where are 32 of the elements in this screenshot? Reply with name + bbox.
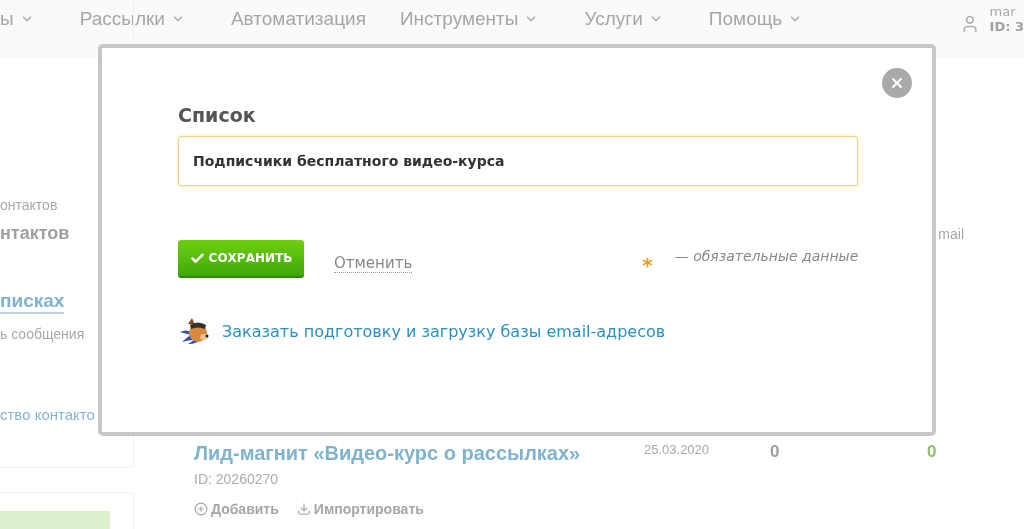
list-title-link[interactable]: Лид-магнит «Видео-курс о рассылках» xyxy=(194,442,581,464)
check-icon xyxy=(189,250,205,266)
save-button[interactable]: СОХРАНИТЬ xyxy=(178,240,304,278)
list-id: ID: 20260270 xyxy=(194,471,280,487)
action-link[interactable]: Импортировать xyxy=(296,501,424,517)
field-label: Список xyxy=(178,104,257,126)
required-note: — обязательные данные xyxy=(674,248,859,264)
user-id: ID: 3 xyxy=(989,19,1024,34)
section-caption: онтактов xyxy=(0,197,59,213)
sidebar-link[interactable]: писках xyxy=(0,290,65,314)
table-cell-text: 0 xyxy=(927,442,938,463)
nav-item[interactable]: Автоматизация xyxy=(230,4,366,30)
nav-item[interactable]: Помощь xyxy=(708,4,803,30)
download-icon xyxy=(296,502,311,516)
section-heading: нтактов xyxy=(0,223,71,244)
add-icon xyxy=(194,502,208,516)
list-name-field[interactable]: Подписчики бесплатного видео-курса xyxy=(178,136,858,186)
cancel-link[interactable]: Отменить xyxy=(334,253,413,273)
action-link[interactable]: Добавить xyxy=(194,501,279,517)
required-mark: * xyxy=(642,253,653,277)
order-link[interactable]: Заказать подготовку и загрузку базы email-адресов xyxy=(222,321,666,341)
table-cell-text: 25.03.2020 xyxy=(644,442,711,459)
table-cell-text: 0 xyxy=(770,442,781,463)
close-icon xyxy=(889,75,905,91)
user-name: mar xyxy=(989,4,1017,19)
nav-item[interactable]: Рассылки xyxy=(79,4,185,30)
sidebar-note: ь сообщения xyxy=(0,326,86,342)
nav-item[interactable]: Инструменты xyxy=(399,4,539,30)
close-button[interactable] xyxy=(882,68,912,98)
column-header: mail xyxy=(938,226,964,242)
nav-item[interactable]: ы xyxy=(0,4,34,30)
nav-item[interactable]: Услуги xyxy=(584,4,663,30)
